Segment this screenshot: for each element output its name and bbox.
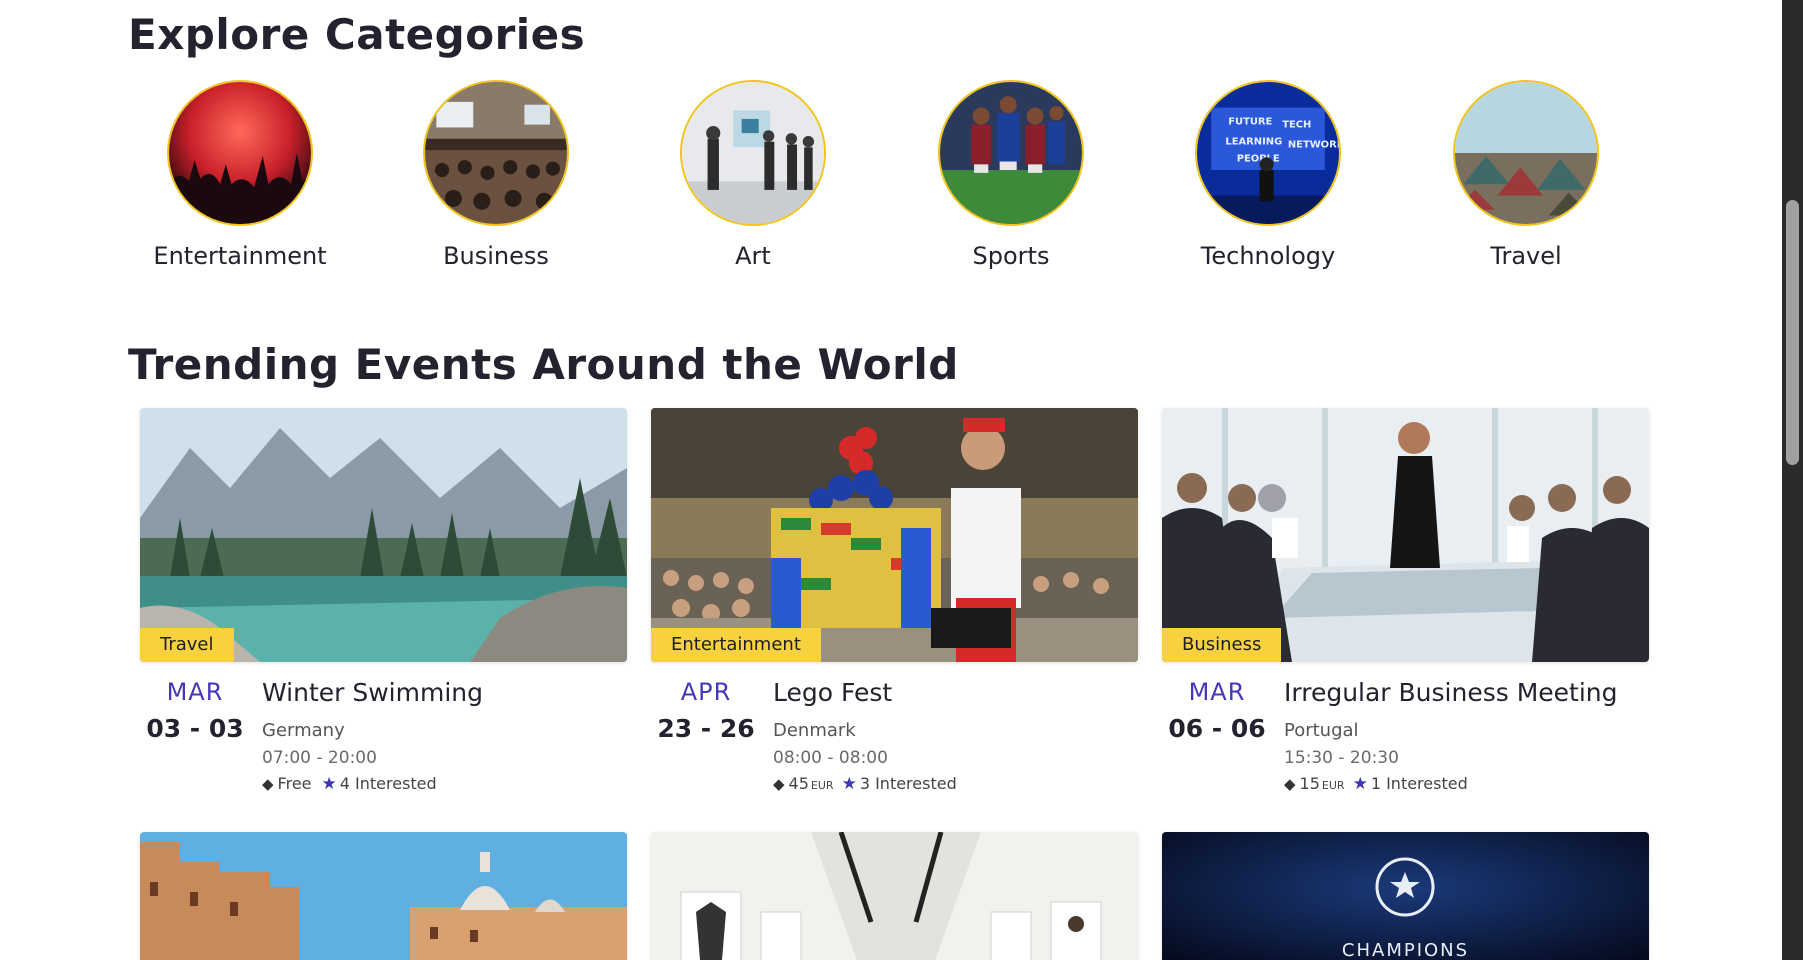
category-business[interactable]: Business <box>376 80 616 270</box>
champions-text: CHAMPIONS <box>1341 940 1470 960</box>
scrollbar-thumb[interactable] <box>1786 200 1799 465</box>
star-icon: ★ <box>841 774 857 794</box>
alpine-lake-image: Travel <box>140 408 627 662</box>
category-label: Art <box>735 242 771 270</box>
category-label: Sports <box>972 242 1050 270</box>
event-card-gallery[interactable] <box>651 832 1138 960</box>
event-location: Portugal <box>1284 720 1359 741</box>
price-tag-icon: ◆ <box>1284 775 1296 793</box>
event-month: MAR <box>166 678 224 706</box>
event-meta: ◆ Free ★ 4 Interested <box>262 774 437 794</box>
trending-heading: Trending Events Around the World <box>128 340 959 389</box>
event-price: 15 <box>1299 774 1320 793</box>
event-location: Denmark <box>773 720 856 741</box>
event-currency: EUR <box>810 779 834 792</box>
event-currency: EUR <box>1321 779 1345 792</box>
event-card-venice[interactable] <box>140 832 627 960</box>
gallery-hallway-image <box>651 832 1138 960</box>
svg-text:LEARNING: LEARNING <box>1225 136 1282 147</box>
price-tag-icon: ◆ <box>262 775 274 793</box>
conference-room-image <box>423 80 569 226</box>
svg-text:NETWORK: NETWORK <box>1288 139 1339 150</box>
event-card-champions[interactable]: CHAMPIONS <box>1162 832 1649 960</box>
concert-crowd-image <box>167 80 313 226</box>
star-icon: ★ <box>1352 774 1368 794</box>
event-location: Germany <box>262 720 345 741</box>
event-price: Free <box>277 774 312 793</box>
category-badge: Business <box>1162 628 1282 662</box>
event-days: 06 - 06 <box>1168 714 1266 743</box>
event-month: MAR <box>1188 678 1246 706</box>
event-meta: ◆ 15 EUR ★ 1 Interested <box>1284 774 1468 794</box>
event-time: 08:00 - 08:00 <box>773 748 888 768</box>
champions-league-image: CHAMPIONS <box>1162 832 1649 960</box>
page-content: Explore Categories Entertainment Busines… <box>0 0 1782 960</box>
event-days: 23 - 26 <box>657 714 755 743</box>
event-title[interactable]: Winter Swimming <box>262 678 483 707</box>
event-card-lego-fest[interactable]: Entertainment APR 23 - 26 Lego Fest Denm… <box>651 408 1138 794</box>
event-meta: ◆ 45 EUR ★ 3 Interested <box>773 774 957 794</box>
event-title[interactable]: Irregular Business Meeting <box>1284 678 1618 707</box>
lego-tower-image: Entertainment <box>651 408 1138 662</box>
camping-tents-image <box>1453 80 1599 226</box>
boardroom-meeting-image: Business <box>1162 408 1649 662</box>
event-month: APR <box>680 678 732 706</box>
event-title[interactable]: Lego Fest <box>773 678 892 707</box>
category-label: Entertainment <box>153 242 327 270</box>
event-days: 03 - 03 <box>146 714 244 743</box>
star-icon: ★ <box>321 774 337 794</box>
categories-row: Entertainment Business Art Sports FUTURE… <box>128 80 1664 280</box>
event-price: 45 <box>788 774 809 793</box>
event-time: 07:00 - 20:00 <box>262 748 377 768</box>
event-card-business-meeting[interactable]: Business MAR 06 - 06 Irregular Business … <box>1162 408 1649 794</box>
category-travel[interactable]: Travel <box>1406 80 1646 270</box>
football-players-image <box>938 80 1084 226</box>
svg-text:FUTURE: FUTURE <box>1228 117 1272 128</box>
category-badge: Travel <box>140 628 234 662</box>
venice-canal-image <box>140 832 627 960</box>
vertical-scrollbar[interactable] <box>1782 0 1803 960</box>
category-entertainment[interactable]: Entertainment <box>120 80 360 270</box>
art-gallery-image <box>680 80 826 226</box>
category-label: Business <box>443 242 549 270</box>
category-badge: Entertainment <box>651 628 821 662</box>
event-interested: 4 Interested <box>339 774 437 793</box>
event-card-winter-swimming[interactable]: Travel MAR 03 - 03 Winter Swimming Germa… <box>140 408 627 794</box>
price-tag-icon: ◆ <box>773 775 785 793</box>
category-sports[interactable]: Sports <box>891 80 1131 270</box>
category-label: Technology <box>1200 242 1336 270</box>
category-technology[interactable]: FUTURE TECH LEARNING NETWORK PEOPLE Technolo… <box>1148 80 1388 270</box>
event-interested: 1 Interested <box>1370 774 1468 793</box>
category-label: Travel <box>1490 242 1562 270</box>
category-art[interactable]: Art <box>633 80 873 270</box>
tech-speaker-image: FUTURE TECH LEARNING NETWORK PEOPLE <box>1195 80 1341 226</box>
categories-heading: Explore Categories <box>128 10 586 59</box>
svg-text:TECH: TECH <box>1282 119 1311 130</box>
event-interested: 3 Interested <box>859 774 957 793</box>
event-time: 15:30 - 20:30 <box>1284 748 1399 768</box>
